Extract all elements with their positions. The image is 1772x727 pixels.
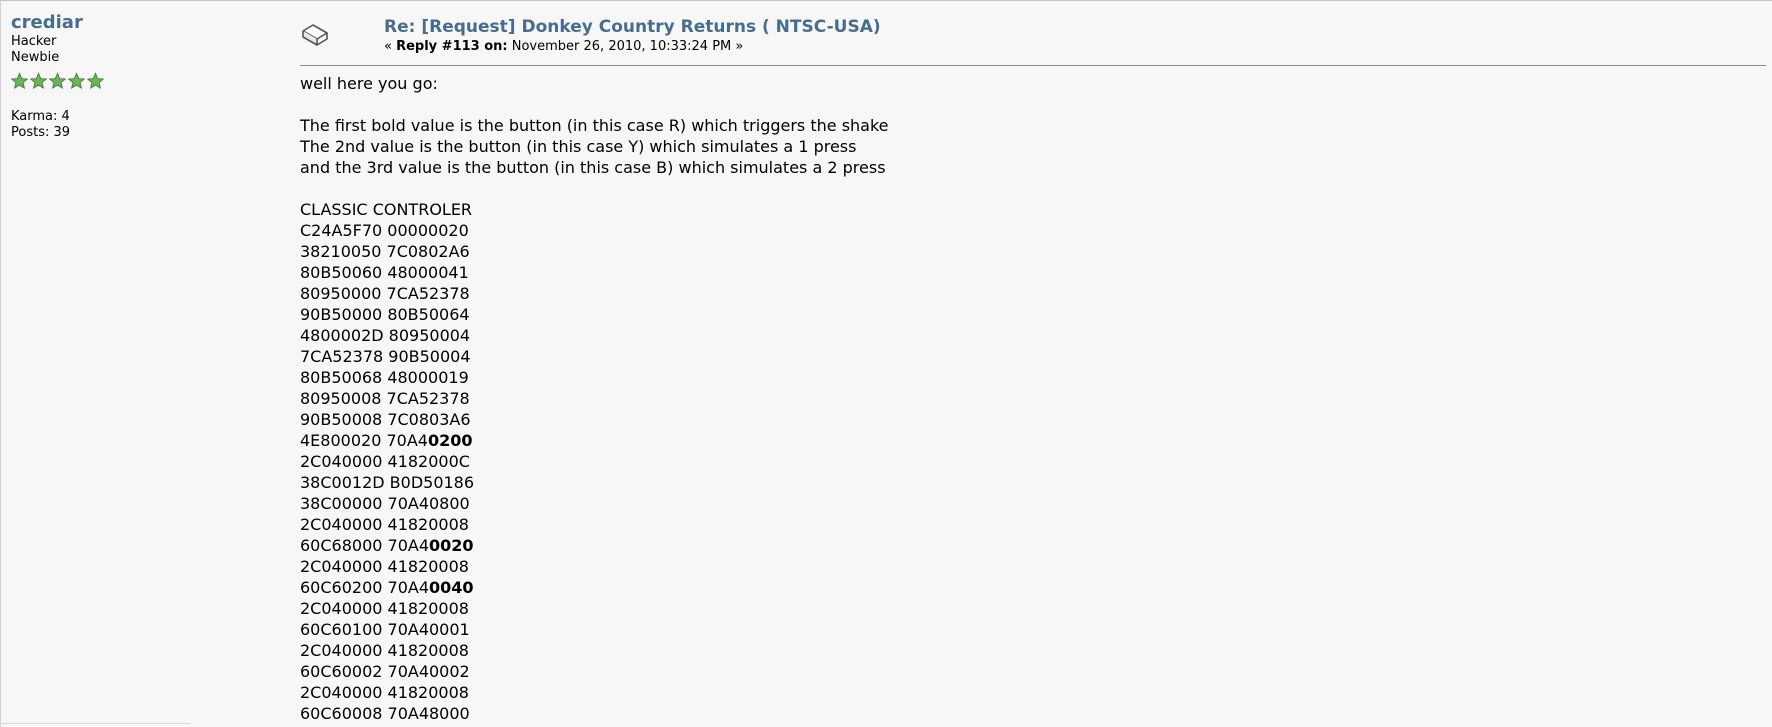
code-text: 38210050 7C0802A6 [300,242,470,261]
code-text: 4800002D 80950004 [300,326,471,345]
reply-date: November 26, 2010, 10:33:24 PM » [507,39,744,54]
star-icon [30,72,47,92]
poster-divider [1,723,191,724]
code-title: CLASSIC CONTROLER [300,200,473,219]
code-line: 7CA52378 90B50004 [300,346,1760,367]
code-text: 2C040000 41820008 [300,641,469,660]
code-text: 60C60008 70A48000 [300,704,470,723]
code-line: 38210050 7C0802A6 [300,241,1760,262]
explain-line-2: The 2nd value is the button (in this cas… [300,137,857,156]
code-block: C24A5F70 00000020 38210050 7C0802A6 80B500… [300,220,1760,724]
poster-rank: Newbie [11,50,60,65]
reply-prefix: « [384,39,397,54]
code-text: 90B50008 7C0803A6 [300,410,471,429]
code-text: 7CA52378 90B50004 [300,347,471,366]
code-text: 80B50060 48000041 [300,263,469,282]
star-icon [87,72,104,92]
code-text: C24A5F70 00000020 [300,221,469,240]
code-line: 4800002D 80950004 [300,325,1760,346]
star-icon [68,72,85,92]
explain-line-1: The first bold value is the button (in t… [300,116,889,135]
post-intro: well here you go: [300,74,438,93]
code-line: 2C040000 41820008 [300,682,1760,703]
poster-title: Hacker [11,34,57,49]
code-line: 2C040000 41820008 [300,598,1760,619]
code-line: 2C040000 41820008 [300,640,1760,661]
code-bold-value: 0020 [429,536,474,555]
code-text: 80B50068 48000019 [300,368,469,387]
code-line: 90B50000 80B50064 [300,304,1760,325]
code-line: 38C0012D B0D50186 [300,472,1760,493]
code-line: 80B50068 48000019 [300,367,1760,388]
code-line: 60C68000 70A40020 [300,535,1760,556]
code-line: 80950000 7CA52378 [300,283,1760,304]
code-text: 60C68000 70A4 [300,536,429,555]
code-line: 60C60100 70A40001 [300,619,1760,640]
code-text: 60C60002 70A40002 [300,662,470,681]
code-line: 4E800020 70A40200 [300,430,1760,451]
code-text: 60C60200 70A4 [300,578,429,597]
code-text: 2C040000 4182000C [300,452,470,471]
code-line: C24A5F70 00000020 [300,220,1760,241]
code-text: 60C60100 70A40001 [300,620,470,639]
post-body: well here you go: The first bold value i… [300,73,1760,724]
karma-count: Karma: 4 [11,109,70,124]
poster-info: crediar Hacker Newbie Karma: 4 Posts: 39 [11,12,251,141]
code-text: 2C040000 41820008 [300,599,469,618]
rank-stars [11,72,251,92]
explain-line-3: and the 3rd value is the button (in this… [300,158,886,177]
code-bold-value: 0040 [429,578,474,597]
code-text: 80950000 7CA52378 [300,284,470,303]
code-text: 4E800020 70A4 [300,431,428,450]
code-line: 60C60002 70A40002 [300,661,1760,682]
code-line: 2C040000 41820008 [300,514,1760,535]
star-icon [49,72,66,92]
xx-post-icon [300,22,330,48]
poster-name-link[interactable]: crediar [11,12,251,34]
code-line: 2C040000 41820008 [300,556,1760,577]
code-text: 2C040000 41820008 [300,557,469,576]
code-line: 80950008 7CA52378 [300,388,1760,409]
code-line: 38C00000 70A40800 [300,493,1760,514]
post-subject-link[interactable]: Re: [Request] Donkey Country Returns ( N… [384,17,881,37]
reply-number: Reply #113 on: [396,39,508,54]
code-text: 38C0012D B0D50186 [300,473,475,492]
code-text: 2C040000 41820008 [300,515,469,534]
reply-info: « Reply #113 on: November 26, 2010, 10:3… [384,39,743,54]
code-bold-value: 0200 [427,431,473,450]
forum-post: crediar Hacker Newbie Karma: 4 Posts: 39… [0,0,1772,727]
code-line: 60C60008 70A48000 [300,703,1760,724]
code-text: 80950008 7CA52378 [300,389,470,408]
code-text: 2C040000 41820008 [300,683,469,702]
code-line: 60C60200 70A40040 [300,577,1760,598]
code-line: 80B50060 48000041 [300,262,1760,283]
post-count: Posts: 39 [11,125,71,140]
code-text: 90B50000 80B50064 [300,305,470,324]
star-icon [11,72,28,92]
code-text: 38C00000 70A40800 [300,494,470,513]
post-header: Re: [Request] Donkey Country Returns ( N… [300,15,1766,66]
code-line: 90B50008 7C0803A6 [300,409,1760,430]
code-line: 2C040000 4182000C [300,451,1760,472]
